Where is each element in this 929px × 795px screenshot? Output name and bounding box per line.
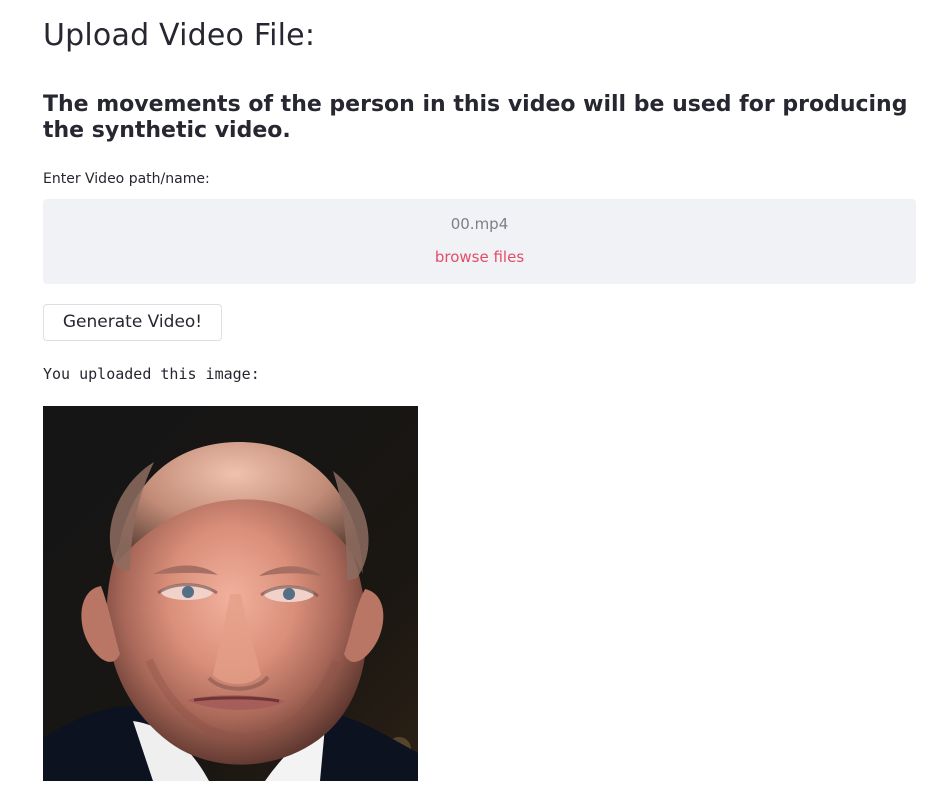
uploaded-image	[43, 406, 418, 781]
app-page: Upload Video File: The movements of the …	[0, 0, 929, 795]
instruction-heading: The movements of the person in this vide…	[43, 92, 908, 143]
upload-status-message: You uploaded this image:	[43, 365, 260, 383]
generate-video-button[interactable]: Generate Video!	[43, 304, 222, 341]
uploaded-portrait-image	[43, 406, 418, 781]
browse-files-link[interactable]: browse files	[435, 247, 524, 267]
video-file-dropzone[interactable]: 00.mp4 browse files	[43, 199, 916, 284]
page-title: Upload Video File:	[43, 18, 316, 53]
video-path-label: Enter Video path/name:	[43, 171, 210, 187]
selected-file-name: 00.mp4	[450, 215, 509, 233]
